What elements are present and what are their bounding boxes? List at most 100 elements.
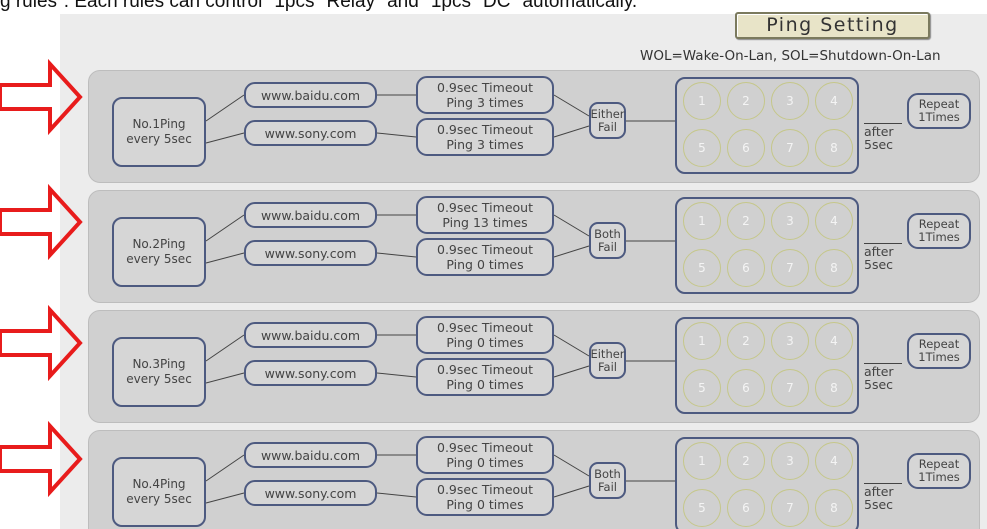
wol-sol-legend: WOL=Wake-On-Lan, SOL=Shutdown-On-Lan xyxy=(640,48,941,64)
relay-6-toggle[interactable]: 6 xyxy=(727,249,765,287)
relay-grid: 1234 5678 xyxy=(675,437,859,529)
timeout-1-box[interactable]: 0.9sec Timeout Ping 3 times xyxy=(416,76,554,114)
ping-rule-4: No.4Ping every 5sec www.baidu.com www.so… xyxy=(88,430,980,529)
relay-7-toggle[interactable]: 7 xyxy=(771,249,809,287)
fail-condition-box[interactable]: Both Fail xyxy=(589,462,626,499)
ping-count-2-label: Ping 3 times xyxy=(446,137,524,152)
relay-4-toggle[interactable]: 4 xyxy=(815,442,853,480)
ping-interval-label: every 5sec xyxy=(126,492,192,506)
relay-5-toggle[interactable]: 5 xyxy=(683,129,721,167)
host-2-box[interactable]: www.sony.com xyxy=(244,480,377,506)
host-1-label: www.baidu.com xyxy=(260,447,361,463)
delay-label: 5sec xyxy=(864,497,894,512)
relay-5-toggle[interactable]: 5 xyxy=(683,489,721,527)
timeout-2-box[interactable]: 0.9sec Timeout Ping 3 times xyxy=(416,118,554,156)
ping-interval-box[interactable]: No.3Ping every 5sec xyxy=(112,337,206,407)
timeout-1-label: 0.9sec Timeout xyxy=(437,320,533,335)
timeout-1-box[interactable]: 0.9sec Timeout Ping 0 times xyxy=(416,316,554,354)
ping-interval-box[interactable]: No.1Ping every 5sec xyxy=(112,97,206,167)
host-2-label: www.sony.com xyxy=(264,125,357,141)
relay-3-toggle[interactable]: 3 xyxy=(771,82,809,120)
timeout-1-box[interactable]: 0.9sec Timeout Ping 0 times xyxy=(416,436,554,474)
fail-label: Fail xyxy=(598,479,617,494)
relay-2-toggle[interactable]: 2 xyxy=(727,202,765,240)
host-2-box[interactable]: www.sony.com xyxy=(244,240,377,266)
relay-1-toggle[interactable]: 1 xyxy=(683,82,721,120)
relay-grid: 1234 5678 xyxy=(675,77,859,174)
relay-8-toggle[interactable]: 8 xyxy=(815,369,853,407)
after-delay: after 5sec xyxy=(864,123,904,151)
relay-8-toggle[interactable]: 8 xyxy=(815,249,853,287)
timeout-1-box[interactable]: 0.9sec Timeout Ping 13 times xyxy=(416,196,554,234)
relay-8-toggle[interactable]: 8 xyxy=(815,129,853,167)
ping-setting-button[interactable]: Ping Setting xyxy=(735,12,930,39)
relay-8-toggle[interactable]: 8 xyxy=(815,489,853,527)
repeat-count-label: 1Times xyxy=(918,110,960,124)
ping-interval-label: every 5sec xyxy=(126,132,192,146)
timeout-2-box[interactable]: 0.9sec Timeout Ping 0 times xyxy=(416,358,554,396)
relay-6-toggle[interactable]: 6 xyxy=(727,489,765,527)
fail-condition-box[interactable]: Either Fail xyxy=(589,342,626,379)
host-2-box[interactable]: www.sony.com xyxy=(244,360,377,386)
ping-count-1-label: Ping 3 times xyxy=(446,95,524,110)
host-2-box[interactable]: www.sony.com xyxy=(244,120,377,146)
relay-4-toggle[interactable]: 4 xyxy=(815,322,853,360)
fail-label: Fail xyxy=(598,359,617,374)
host-1-box[interactable]: www.baidu.com xyxy=(244,442,377,468)
relay-4-toggle[interactable]: 4 xyxy=(815,202,853,240)
repeat-box[interactable]: Repeat 1Times xyxy=(907,333,971,369)
repeat-count-label: 1Times xyxy=(918,350,960,364)
ping-count-2-label: Ping 0 times xyxy=(446,497,524,512)
ping-count-1-label: Ping 13 times xyxy=(442,215,528,230)
repeat-box[interactable]: Repeat 1Times xyxy=(907,453,971,489)
ping-count-2-label: Ping 0 times xyxy=(446,257,524,272)
repeat-count-label: 1Times xyxy=(918,470,960,484)
host-2-label: www.sony.com xyxy=(264,485,357,501)
ping-interval-box[interactable]: No.4Ping every 5sec xyxy=(112,457,206,527)
relay-2-toggle[interactable]: 2 xyxy=(727,442,765,480)
delay-label: 5sec xyxy=(864,137,894,152)
fail-condition-box[interactable]: Either Fail xyxy=(589,102,626,139)
relay-3-toggle[interactable]: 3 xyxy=(771,442,809,480)
ping-interval-label: every 5sec xyxy=(126,252,192,266)
relay-4-toggle[interactable]: 4 xyxy=(815,82,853,120)
relay-grid: 1234 5678 xyxy=(675,197,859,294)
ping-interval-label: every 5sec xyxy=(126,372,192,386)
relay-1-toggle[interactable]: 1 xyxy=(683,202,721,240)
relay-6-toggle[interactable]: 6 xyxy=(727,369,765,407)
relay-1-toggle[interactable]: 1 xyxy=(683,322,721,360)
relay-1-toggle[interactable]: 1 xyxy=(683,442,721,480)
host-1-box[interactable]: www.baidu.com xyxy=(244,202,377,228)
fail-condition-box[interactable]: Both Fail xyxy=(589,222,626,259)
host-1-label: www.baidu.com xyxy=(260,87,361,103)
repeat-box[interactable]: Repeat 1Times xyxy=(907,213,971,249)
fail-label: Fail xyxy=(598,239,617,254)
host-1-box[interactable]: www.baidu.com xyxy=(244,322,377,348)
relay-7-toggle[interactable]: 7 xyxy=(771,489,809,527)
host-2-label: www.sony.com xyxy=(264,245,357,261)
relay-3-toggle[interactable]: 3 xyxy=(771,322,809,360)
relay-5-toggle[interactable]: 5 xyxy=(683,369,721,407)
relay-2-toggle[interactable]: 2 xyxy=(727,82,765,120)
repeat-count-label: 1Times xyxy=(918,230,960,244)
relay-2-toggle[interactable]: 2 xyxy=(727,322,765,360)
relay-6-toggle[interactable]: 6 xyxy=(727,129,765,167)
relay-grid: 1234 5678 xyxy=(675,317,859,414)
relay-5-toggle[interactable]: 5 xyxy=(683,249,721,287)
ping-interval-box[interactable]: No.2Ping every 5sec xyxy=(112,217,206,287)
timeout-2-box[interactable]: 0.9sec Timeout Ping 0 times xyxy=(416,478,554,516)
fail-label: Fail xyxy=(598,119,617,134)
timeout-2-box[interactable]: 0.9sec Timeout Ping 0 times xyxy=(416,238,554,276)
timeout-1-label: 0.9sec Timeout xyxy=(437,440,533,455)
ping-count-2-label: Ping 0 times xyxy=(446,377,524,392)
timeout-2-label: 0.9sec Timeout xyxy=(437,122,533,137)
host-1-box[interactable]: www.baidu.com xyxy=(244,82,377,108)
timeout-2-label: 0.9sec Timeout xyxy=(437,482,533,497)
ping-rule-3: No.3Ping every 5sec www.baidu.com www.so… xyxy=(88,310,980,423)
relay-7-toggle[interactable]: 7 xyxy=(771,129,809,167)
relay-7-toggle[interactable]: 7 xyxy=(771,369,809,407)
after-delay: after 5sec xyxy=(864,483,904,511)
ping-rule-2: No.2Ping every 5sec www.baidu.com www.so… xyxy=(88,190,980,303)
repeat-box[interactable]: Repeat 1Times xyxy=(907,93,971,129)
relay-3-toggle[interactable]: 3 xyxy=(771,202,809,240)
